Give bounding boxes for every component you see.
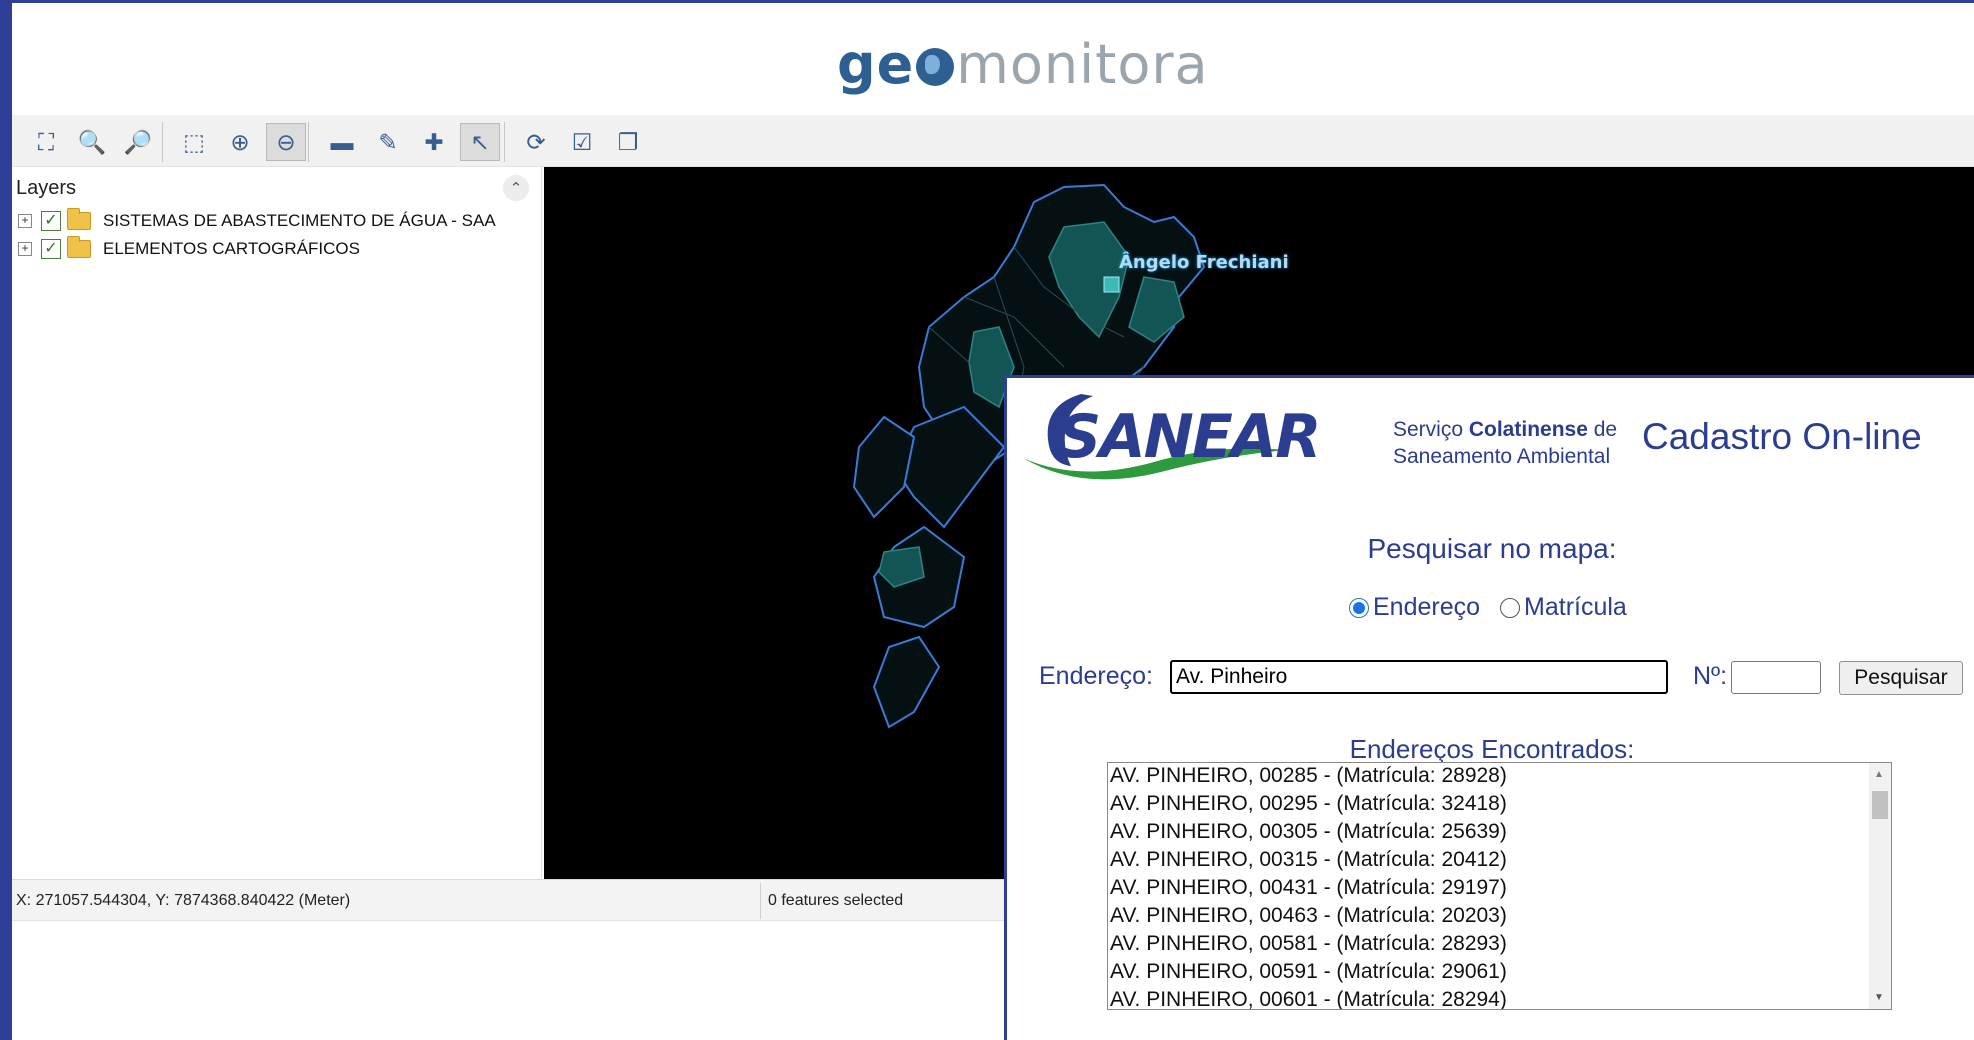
zoom-window-icon[interactable]: ⬚	[174, 123, 214, 161]
list-item[interactable]: AV. PINHEIRO, 00463 - (Matrícula: 20203)	[1110, 902, 1507, 930]
toolbar-separator	[308, 122, 309, 162]
toolbar-separator	[162, 122, 163, 162]
scroll-thumb[interactable]	[1872, 791, 1888, 819]
collapse-panel-icon[interactable]: ⌃	[503, 175, 529, 201]
globe-icon	[916, 48, 955, 86]
list-item[interactable]: AV. PINHEIRO, 00591 - (Matrícula: 29061)	[1110, 958, 1507, 986]
layer-item-cartographic[interactable]: + ✓ ELEMENTOS CARTOGRÁFICOS	[18, 236, 360, 261]
folder-icon	[67, 208, 91, 230]
panel-title: Cadastro On-line	[1642, 416, 1922, 457]
layer-item-saa[interactable]: + ✓ SISTEMAS DE ABASTECIMENTO DE ÁGUA - …	[18, 208, 496, 233]
cadastro-panel: SANEAR Serviço Colatinense de Saneamento…	[1004, 375, 1974, 1040]
layers-title: Layers	[16, 177, 77, 199]
layer-label: ELEMENTOS CARTOGRÁFICOS	[103, 239, 360, 258]
layer-checkbox[interactable]: ✓	[41, 211, 61, 231]
status-divider	[760, 883, 761, 919]
zoom-out-icon[interactable]: ⊖	[266, 123, 306, 161]
results-listbox[interactable]: AV. PINHEIRO, 00285 - (Matrícula: 28928)…	[1107, 762, 1892, 1010]
selection-count: 0 features selected	[768, 892, 904, 909]
search-heading: Pesquisar no mapa:	[1367, 533, 1617, 564]
results-scrollbar[interactable]: ▲ ▼	[1869, 763, 1891, 1009]
results-list: AV. PINHEIRO, 00285 - (Matrícula: 28928)…	[1110, 763, 1507, 1009]
zoom-next-icon[interactable]: 🔎	[118, 123, 158, 161]
measure-ruler-icon[interactable]: ▬	[322, 123, 362, 161]
geomonitora-logo: ge monitora	[837, 33, 1209, 96]
organization-name: Serviço Colatinense de Saneamento Ambien…	[1393, 418, 1618, 468]
list-item[interactable]: AV. PINHEIRO, 00431 - (Matrícula: 29197)	[1110, 874, 1507, 902]
list-item[interactable]: AV. PINHEIRO, 00581 - (Matrícula: 28293)	[1110, 930, 1507, 958]
number-input[interactable]	[1731, 661, 1821, 694]
add-feature-icon[interactable]: ✚	[414, 123, 454, 161]
list-item[interactable]: AV. PINHEIRO, 00601 - (Matrícula: 28294)	[1110, 986, 1507, 1009]
attribute-table-icon[interactable]: ☑	[562, 123, 602, 161]
map-place-label: Ângelo Frechiani	[1119, 252, 1289, 273]
list-item[interactable]: AV. PINHEIRO, 00315 - (Matrícula: 20412)	[1110, 846, 1507, 874]
coordinates-readout: X: 271057.544304, Y: 7874368.840422 (Met…	[16, 892, 351, 909]
radio-registration-label[interactable]: Matrícula	[1524, 593, 1627, 622]
scroll-up-icon[interactable]: ▲	[1874, 769, 1884, 780]
number-label: Nº:	[1693, 662, 1728, 690]
list-item[interactable]: AV. PINHEIRO, 00285 - (Matrícula: 28928)	[1110, 763, 1507, 790]
toolbar-separator	[504, 122, 505, 162]
identify-icon[interactable]: ⟳	[516, 123, 556, 161]
zoom-previous-icon[interactable]: 🔍	[72, 123, 112, 161]
app-window: ge monitora ⛶ 🔍 🔎 ⬚ ⊕ ⊖ ▬ ✎ ✚ ↖ ⟳ ☑ ❐ Layers ⌃ + ✓ SI…	[0, 0, 1974, 1040]
expand-icon[interactable]: +	[18, 242, 32, 256]
layers-panel: Layers ⌃ + ✓ SISTEMAS DE ABASTECIMENTO D…	[12, 167, 542, 879]
edit-feature-icon[interactable]: ✎	[368, 123, 408, 161]
results-heading: Endereços Encontrados:	[1349, 734, 1635, 764]
layer-checkbox[interactable]: ✓	[41, 239, 61, 259]
layers-copy-icon[interactable]: ❐	[608, 123, 648, 161]
scroll-down-icon[interactable]: ▼	[1874, 992, 1884, 1003]
expand-icon[interactable]: +	[18, 214, 32, 228]
radio-address-label[interactable]: Endereço	[1373, 593, 1480, 622]
list-item[interactable]: AV. PINHEIRO, 00305 - (Matrícula: 25639)	[1110, 818, 1507, 846]
search-type-group: Endereço Matrícula	[1349, 593, 1627, 622]
select-pointer-icon[interactable]: ↖	[460, 123, 500, 161]
radio-registration[interactable]	[1500, 597, 1521, 618]
map-toolbar: ⛶ 🔍 🔎 ⬚ ⊕ ⊖ ▬ ✎ ✚ ↖ ⟳ ☑ ❐	[12, 115, 1974, 167]
list-item[interactable]: AV. PINHEIRO, 00295 - (Matrícula: 32418)	[1110, 790, 1507, 818]
zoom-extent-icon[interactable]: ⛶	[26, 123, 66, 161]
zoom-in-icon[interactable]: ⊕	[220, 123, 260, 161]
folder-icon	[67, 236, 91, 258]
radio-address[interactable]	[1349, 597, 1369, 618]
sanear-logo: SANEAR	[1021, 386, 1321, 482]
address-label: Endereço:	[1039, 662, 1153, 690]
address-input[interactable]	[1170, 660, 1668, 694]
layer-label: SISTEMAS DE ABASTECIMENTO DE ÁGUA - SAA	[103, 211, 496, 230]
app-header: ge monitora	[12, 3, 1974, 115]
search-button[interactable]: Pesquisar	[1839, 661, 1963, 695]
